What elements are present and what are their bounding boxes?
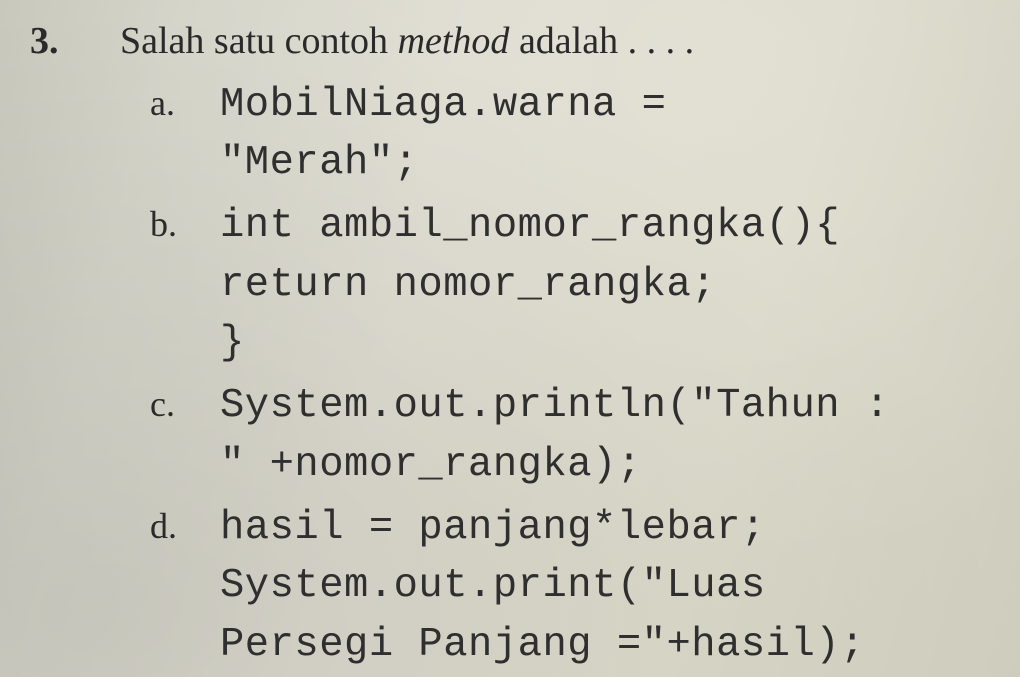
option-a: a. MobilNiaga.warna = "Merah"; (150, 76, 990, 193)
option-d-code: hasil = panjang*lebar; System.out.print(… (220, 499, 865, 675)
option-c-label: c. (150, 377, 186, 433)
option-a-label: a. (150, 76, 186, 132)
option-c: c. System.out.println("Tahun : " +nomor_… (150, 377, 990, 494)
option-c-code: System.out.println("Tahun : " +nomor_ran… (220, 377, 890, 494)
option-b: b. int ambil_nomor_rangka(){ return nomo… (150, 197, 990, 373)
question-number: 3. (30, 19, 90, 63)
option-d-label: d. (150, 499, 186, 555)
question-text: Salah satu contoh method adalah . . . . (120, 18, 694, 66)
option-b-code: int ambil_nomor_rangka(){ return nomor_r… (220, 197, 840, 373)
question-text-tail: adalah . . . . (509, 20, 694, 62)
options-list: a. MobilNiaga.warna = "Merah"; b. int am… (150, 76, 990, 677)
question-row: 3. Salah satu contoh method adalah . . .… (30, 18, 990, 66)
option-a-code: MobilNiaga.warna = "Merah"; (220, 76, 666, 193)
question-text-plain: Salah satu contoh (120, 20, 398, 62)
option-b-label: b. (150, 197, 186, 253)
exam-page: 3. Salah satu contoh method adalah . . .… (0, 0, 1020, 677)
option-d: d. hasil = panjang*lebar; System.out.pri… (150, 499, 990, 675)
question-text-italic: method (398, 20, 510, 62)
